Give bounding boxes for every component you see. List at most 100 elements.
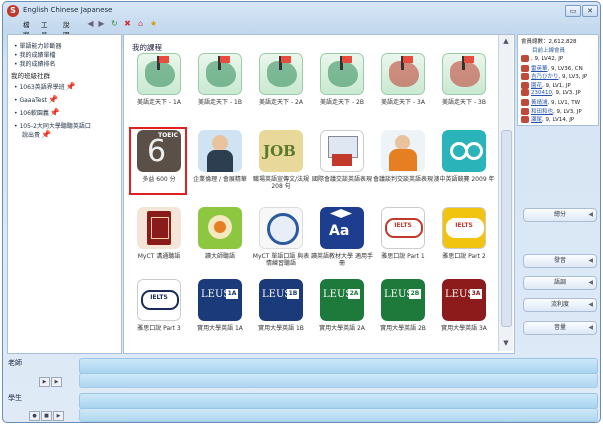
course-tile[interactable]: 澳中英語競賽 2009 年 <box>433 130 495 192</box>
teacher-label: 老師 <box>8 359 22 367</box>
course-tile[interactable]: 美語走天下 - 2A <box>254 53 308 115</box>
link-ranking[interactable]: • 我的成績排名 <box>14 59 55 68</box>
course-icon: IELTS <box>381 207 425 249</box>
course-tile[interactable]: MyCT 單語口語 與表情練習聽語 <box>253 207 309 269</box>
course-tile[interactable]: 美語走天下 - 3B <box>437 53 491 115</box>
close-button[interactable]: ✕ <box>582 5 598 17</box>
stop-icon[interactable]: ■ <box>41 411 52 421</box>
avatar <box>521 99 529 106</box>
course-tile[interactable]: LEUS 3A 實用大學英語 3A <box>437 279 491 341</box>
course-tile[interactable]: 美語走天下 - 2B <box>315 53 369 115</box>
course-label: 讀英語教材大學 適用手冊 <box>311 253 373 267</box>
course-tile[interactable]: Aa 讀英語教材大學 適用手冊 <box>311 207 373 269</box>
course-icon: LEUS 2A <box>320 279 364 321</box>
member-count: 會員總數：2,612,828 <box>521 39 577 45</box>
chevron-icon: ◀ <box>588 211 593 218</box>
course-tile[interactable]: MyCT 溝通聽語 <box>132 207 186 269</box>
user-name[interactable]: 黃靖鴻 <box>531 100 548 106</box>
course-tile[interactable]: 美語走天下 - 1B <box>193 53 247 115</box>
course-icon <box>381 53 425 95</box>
user-name[interactable]: 園花 <box>531 83 542 89</box>
course-label: 雅思口說 Part 2 <box>442 253 486 260</box>
user-info: , 9, LV42, JP <box>531 56 564 62</box>
scroll-up-icon[interactable]: ▲ <box>501 37 511 46</box>
user-name[interactable]: 吉乃ひかり <box>531 74 559 80</box>
forward-icon[interactable]: ▶ <box>97 19 106 28</box>
course-tile[interactable]: LEUS 2A 實用大學英語 2A <box>315 279 369 341</box>
online-user-row[interactable]: 瀬尾, 9, LV14, JP <box>521 115 574 124</box>
student-track <box>79 408 598 422</box>
play-icon[interactable]: ▶ <box>53 411 64 421</box>
course-icon: LEUS 1B <box>259 279 303 321</box>
chevron-icon: ◀ <box>588 279 593 286</box>
chevron-icon: ◀ <box>588 324 593 331</box>
course-label: 澳中英語競賽 2009 年 <box>433 176 495 183</box>
course-tile[interactable]: 美語走天下 - 1A <box>132 53 186 115</box>
refresh-icon[interactable]: ↻ <box>110 19 119 28</box>
record-icon[interactable]: ● <box>29 411 40 421</box>
course-tile[interactable]: LEUS 2B 實用大學英語 2B <box>376 279 430 341</box>
home-icon[interactable]: ⌂ <box>136 19 145 28</box>
scroll-thumb[interactable] <box>501 130 512 327</box>
back-icon[interactable]: ◀ <box>86 19 95 28</box>
pin-icon: 📌 <box>65 82 76 91</box>
course-tile[interactable]: 讀大師聽語 <box>193 207 247 269</box>
stop-icon[interactable]: ✖ <box>123 19 132 28</box>
group-item[interactable]: • 1063英語界學班📌 <box>14 82 76 91</box>
course-icon <box>381 130 425 172</box>
course-label: 實用大學英語 2B <box>380 325 426 332</box>
total-score-button[interactable]: 總分 ◀ <box>523 208 597 222</box>
link-diagnostic[interactable]: • 單語能力診斷器 <box>14 41 61 50</box>
avatar <box>521 81 529 89</box>
left-panel: • 單語能力診斷器 • 我的成績單檔 • 我的成績排名 我的班級社群 • 106… <box>7 34 122 354</box>
scroll-down-icon[interactable]: ▼ <box>501 339 511 348</box>
intonation-button[interactable]: 語調 ◀ <box>523 276 597 290</box>
group-item[interactable]: • 105-2大同大學聽聽英語口 <box>14 121 91 130</box>
course-icon <box>442 130 486 172</box>
course-label: 美語走天下 - 2B <box>320 99 364 106</box>
course-tile[interactable]: JOB 職場英語宣傳文/法規 208 句 <box>253 130 309 192</box>
group-item-cont[interactable]: 說出貴📌 <box>22 130 51 139</box>
pronunciation-button[interactable]: 發音 ◀ <box>523 254 597 268</box>
course-tile[interactable]: IELTS 雅思口說 Part 1 <box>376 207 430 269</box>
course-tile[interactable]: 會議談判交談英語表現 <box>373 130 433 192</box>
course-tile[interactable]: IELTS 雅思口說 Part 2 <box>437 207 491 269</box>
course-icon <box>198 130 242 172</box>
course-label: 美語走天下 - 2A <box>259 99 303 106</box>
user-name[interactable]: 和田和也 <box>531 109 553 115</box>
link-scorecard[interactable]: • 我的成績單檔 <box>14 50 55 59</box>
fluency-button[interactable]: 流利度 ◀ <box>523 298 597 312</box>
chevron-icon: ◀ <box>588 257 593 264</box>
user-name[interactable]: 雷英華 <box>531 66 548 72</box>
course-label: 雅思口說 Part 1 <box>381 253 425 260</box>
course-label: 國際會議交談英語表現 <box>311 176 372 183</box>
online-members-title[interactable]: 目前上線會員 <box>532 46 565 54</box>
course-tile[interactable]: LEUS 1A 實用大學英語 1A <box>193 279 247 341</box>
teacher-waveform <box>79 358 598 374</box>
app-logo: S <box>7 5 19 17</box>
group-item[interactable]: • 106軟園義📌 <box>14 108 60 117</box>
play-icon[interactable]: ▶ <box>39 377 50 387</box>
course-label: 美語走天下 - 1B <box>198 99 242 106</box>
course-label: MyCT 單語口語 與表情練習聽語 <box>252 253 310 267</box>
course-label: 讀大師聽語 <box>204 253 235 260</box>
course-tile[interactable]: 美語走天下 - 3A <box>376 53 430 115</box>
course-tile[interactable]: IELTS 雅思口說 Part 3 <box>132 279 186 341</box>
user-name[interactable]: 瀬尾 <box>531 117 542 123</box>
favorites-icon[interactable]: ★ <box>149 19 158 28</box>
course-icon: IELTS <box>137 279 181 321</box>
course-tile[interactable]: TOEIC 6 多益 600 分 <box>129 127 187 195</box>
volume-button[interactable]: 音量 ◀ <box>523 321 597 335</box>
minimize-button[interactable]: ▭ <box>565 5 581 17</box>
course-tile[interactable]: 國際會議交談英語表現 <box>312 130 372 192</box>
user-name[interactable]: 230410 <box>531 90 552 96</box>
course-scrollbar[interactable]: ▲ ▼ <box>498 35 513 351</box>
avatar <box>521 64 529 72</box>
course-icon <box>320 53 364 95</box>
group-item[interactable]: • GaaaTest📌 <box>14 95 58 104</box>
course-tile[interactable]: 企業倫理 / 會展精華 <box>193 130 247 192</box>
course-label: 美語走天下 - 3B <box>442 99 486 106</box>
course-label: 實用大學英語 1A <box>197 325 243 332</box>
play-slow-icon[interactable]: ▶ <box>51 377 62 387</box>
course-tile[interactable]: LEUS 1B 實用大學英語 1B <box>254 279 308 341</box>
